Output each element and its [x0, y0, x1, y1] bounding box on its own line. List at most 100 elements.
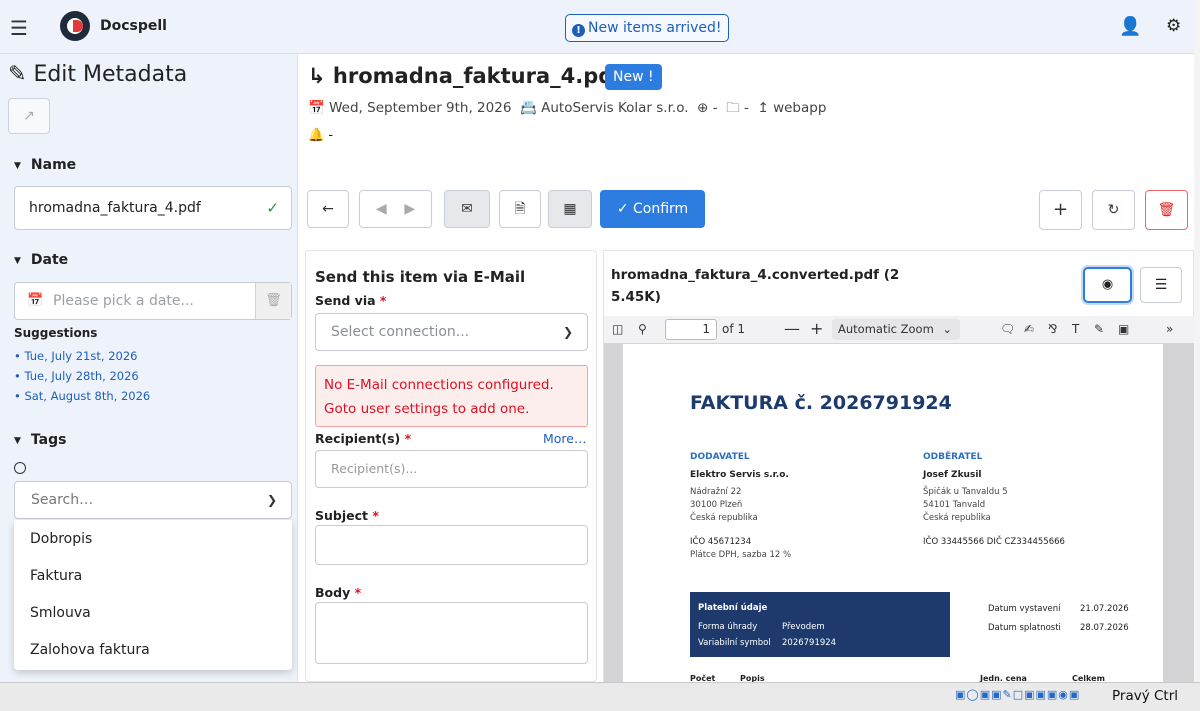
highlight-icon[interactable]: ⅋	[1048, 322, 1057, 336]
new-items-label: New items arrived!	[588, 20, 722, 36]
vm-tray-icons[interactable]: ▣◯▣▣✎□▣▣▣◉▣	[955, 688, 1080, 701]
payment-details-box: Platební údaje Forma úhrady Převodem Var…	[690, 592, 950, 657]
back-button[interactable]: ←	[307, 190, 349, 228]
pencil-icon: ✎	[8, 62, 27, 87]
clear-date-trash-icon[interactable]: 🗑	[255, 283, 291, 319]
caret-down-icon: ▼	[14, 436, 21, 446]
buyer-address-3: Česká republika	[923, 513, 991, 523]
calendar-icon: 📅	[27, 293, 44, 308]
sidebar-toggle-icon[interactable]: ◫	[612, 322, 623, 336]
tag-option[interactable]: Faktura	[30, 568, 82, 584]
delete-button[interactable]: 🗑	[1145, 190, 1188, 230]
date-input[interactable]: 📅 Please pick a date... 🗑	[14, 282, 292, 320]
connection-placeholder: Select connection...	[331, 324, 470, 340]
qr-code-button[interactable]: ▦	[548, 190, 592, 228]
arrow-left-icon: ←	[322, 201, 334, 217]
name-section-header[interactable]: ▼ Name	[14, 157, 76, 173]
error-line-2: Goto user settings to add one.	[324, 401, 530, 417]
suggestions-label: Suggestions	[14, 326, 98, 340]
tag-search-input[interactable]: Search… ❯	[14, 481, 292, 519]
buyer-ico: IČO 33445566 DIČ CZ334455666	[923, 537, 1065, 547]
user-icon[interactable]: 👤	[1119, 16, 1141, 37]
date-suggestion-text: Tue, July 28th, 2026	[24, 369, 139, 383]
buyer-address-2: 54101 Tanvald	[923, 500, 986, 510]
item-correspondent: AutoServis Kolar s.r.o.	[541, 100, 689, 116]
prev-item-icon[interactable]: ◀	[376, 201, 387, 217]
docspell-logo-icon[interactable]	[60, 11, 90, 41]
expand-sidebar-button[interactable]: ↗	[8, 98, 50, 134]
zoom-value: Automatic Zoom	[838, 322, 934, 336]
plus-icon: +	[1052, 199, 1069, 220]
item-folder: -	[743, 100, 749, 116]
buyer-heading: ODBĚRATEL	[923, 452, 983, 462]
tag-dropdown: Dobropis Faktura Smlouva Zalohova faktur…	[14, 520, 292, 670]
due-date-value: -	[328, 128, 334, 143]
supplier-ico: IČO 45671234	[690, 537, 752, 547]
zoom-in-icon[interactable]: +	[810, 319, 823, 338]
expand-icon: ↗	[23, 108, 35, 124]
body-textarea[interactable]	[315, 602, 588, 664]
tag-option[interactable]: Zalohova faktura	[30, 642, 150, 658]
brand-name[interactable]: Docspell	[100, 18, 167, 34]
supplier-address-3: Česká republika	[690, 513, 758, 523]
send-via-label-text: Send via	[315, 293, 376, 308]
comment-icon[interactable]: 🗨	[1000, 322, 1015, 336]
name-input[interactable]: hromadna_faktura_4.pdf ✓	[14, 186, 292, 230]
buyer-address-1: Špičák u Tanvaldu 5	[923, 487, 1008, 497]
file-plus-icon: 🗎	[514, 201, 526, 217]
payment-heading: Platební údaje	[698, 603, 768, 613]
item-title-text: hromadna_faktura_4.pdf	[332, 64, 623, 88]
page-count: of 1	[722, 322, 746, 336]
top-bar: ☰ Docspell ! New items arrived! 👤 ⚙	[0, 0, 1200, 54]
more-tools-icon[interactable]: »	[1166, 322, 1173, 336]
zoom-out-icon[interactable]: —	[784, 319, 800, 338]
image-icon[interactable]: ▣	[1118, 322, 1129, 336]
chevron-down-icon: ❯	[562, 325, 573, 339]
host-key-label: Pravý Ctrl	[1112, 688, 1179, 704]
subject-input[interactable]	[315, 525, 588, 565]
toggle-preview-button[interactable]: ◉	[1083, 267, 1132, 303]
hamburger-menu-icon[interactable]: ☰	[10, 16, 28, 40]
recipients-input[interactable]: Recipient(s)...	[315, 450, 588, 488]
upload-icon: ↥	[757, 100, 769, 116]
zoom-select[interactable]: Automatic Zoom ⌄	[832, 319, 960, 340]
item-meta: 📅 Wed, September 9th, 2026 📇 AutoServis …	[308, 98, 826, 121]
connection-select[interactable]: Select connection... ❯	[315, 313, 588, 351]
tags-section-header[interactable]: ▼ Tags	[14, 432, 66, 448]
payment-form-label: Forma úhrady	[698, 622, 758, 632]
date-section-header[interactable]: ▼ Date	[14, 252, 68, 268]
page-number-input[interactable]: 1	[665, 319, 717, 340]
tag-option[interactable]: Smlouva	[30, 605, 91, 621]
add-button[interactable]: +	[1039, 190, 1082, 230]
pdf-file-name: hromadna_faktura_4.converted.pdf (2 5.45K…	[611, 264, 901, 308]
recipients-placeholder: Recipient(s)...	[331, 461, 418, 476]
item-date: Wed, September 9th, 2026	[329, 100, 512, 116]
confirm-button[interactable]: ✓ Confirm	[600, 190, 705, 228]
sign-icon[interactable]: ✍	[1024, 322, 1034, 336]
add-file-button[interactable]: 🗎	[499, 190, 541, 228]
settings-cog-icon[interactable]: ⚙	[1166, 16, 1181, 36]
no-connection-error: No E-Mail connections configured. Goto us…	[315, 365, 588, 427]
next-item-icon[interactable]: ▶	[404, 201, 415, 217]
new-items-notification[interactable]: ! New items arrived!	[565, 14, 729, 42]
date-suggestion-3[interactable]: • Sat, August 8th, 2026	[14, 389, 150, 403]
supplier-heading: DODAVATEL	[690, 452, 750, 462]
bell-icon: 🔔	[308, 128, 325, 143]
more-recipients-link[interactable]: More…	[543, 431, 587, 446]
date-suggestion-2[interactable]: • Tue, July 28th, 2026	[14, 369, 139, 383]
text-icon[interactable]: T	[1072, 322, 1079, 336]
date-suggestion-1[interactable]: • Tue, July 21st, 2026	[14, 349, 137, 363]
search-icon[interactable]: ⚲	[638, 322, 647, 336]
required-mark: *	[354, 585, 362, 600]
reprocess-button[interactable]: ↻	[1092, 190, 1135, 230]
new-badge: New !	[605, 64, 662, 90]
tags-radio[interactable]	[14, 462, 26, 474]
variable-symbol-value: 2026791924	[782, 638, 837, 648]
draw-icon[interactable]: ✎	[1094, 322, 1104, 336]
send-mail-button[interactable]: ✉	[444, 190, 490, 228]
window-right-edge	[1194, 0, 1200, 682]
date-placeholder: Please pick a date...	[53, 293, 194, 309]
attachment-menu-button[interactable]: ☰	[1140, 267, 1182, 303]
tag-option[interactable]: Dobropis	[30, 531, 92, 547]
error-line-1: No E-Mail connections configured.	[324, 377, 554, 393]
